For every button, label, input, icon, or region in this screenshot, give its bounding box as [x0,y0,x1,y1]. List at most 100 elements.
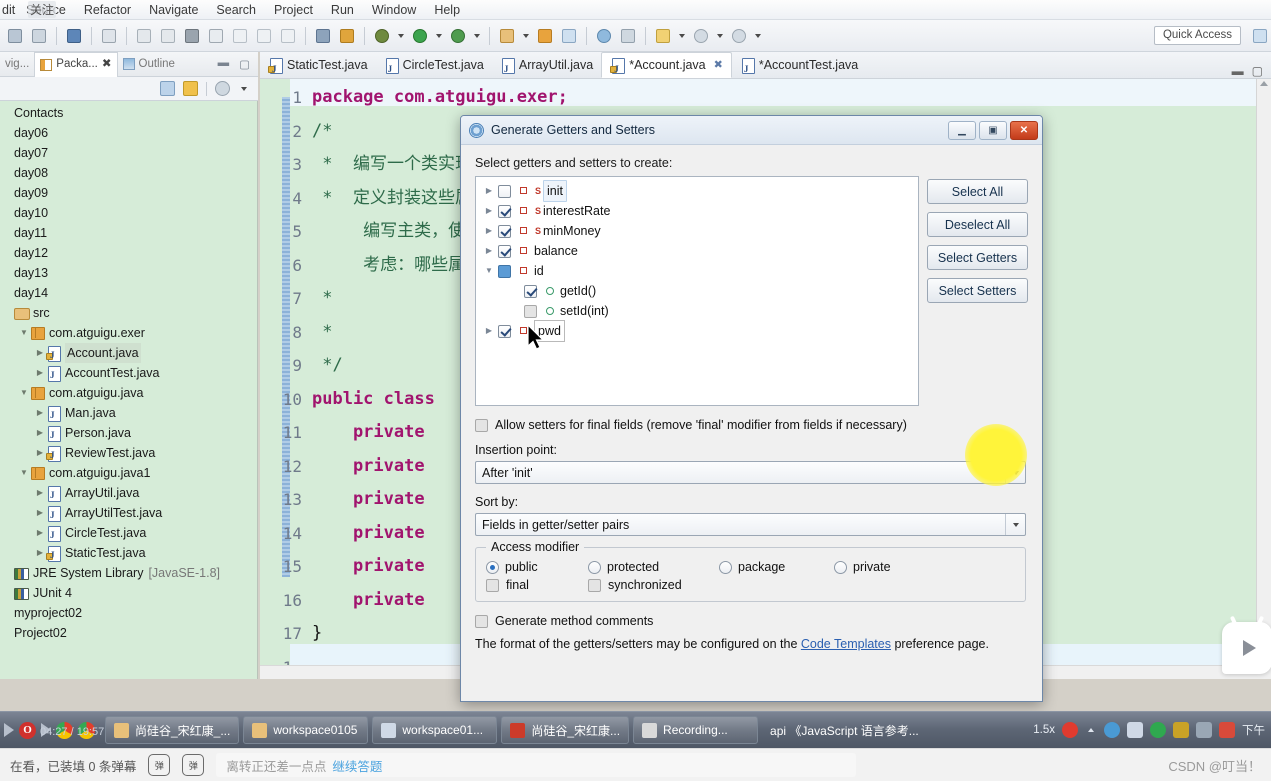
run-icon[interactable] [409,25,431,47]
generate-comments-checkbox[interactable] [475,614,488,628]
explorer-row[interactable]: ▶ ReviewTest.java [0,443,257,465]
gs-tree-row[interactable]: ▶ balance [476,241,918,261]
minimize-editor-icon[interactable]: ▬ [1232,64,1244,78]
search-declarations-icon[interactable] [593,25,615,47]
danmaku-input[interactable]: 离转正还差一点点 继续答题 [216,753,857,777]
view-menu-chevron-icon[interactable] [241,86,247,91]
editor-tab[interactable]: ArrayUtil.java [492,52,601,82]
tab-outline[interactable]: Outline [118,58,180,70]
explorer-row[interactable]: day14 [0,283,257,303]
explorer-row[interactable]: day07 [0,143,257,163]
last-edit-location-icon[interactable] [652,25,674,47]
gs-row-checkbox[interactable] [498,224,511,238]
menu-item-window[interactable]: Window [363,0,425,20]
generate-comments-row[interactable]: Generate method comments [475,614,1028,628]
debug-dropdown-icon[interactable] [398,33,404,38]
recorder-icon[interactable] [1219,722,1235,738]
new-package-icon[interactable] [534,25,556,47]
back-dropdown-icon[interactable] [679,33,685,38]
taskbar-item-api[interactable]: api 《JavaScript 语言参考... [762,716,987,744]
chevron-right-icon[interactable]: ▶ [480,221,498,241]
step-into-icon[interactable] [205,25,227,47]
shield-icon[interactable] [1150,722,1166,738]
run-dropdown-icon[interactable] [436,33,442,38]
explorer-row[interactable]: myproject02 [0,603,257,623]
taskbar-item[interactable]: workspace0105 [243,716,369,744]
new-class-icon[interactable] [558,25,580,47]
radio-package[interactable]: package [719,560,834,574]
play-icon[interactable] [1242,640,1256,656]
view-menu-icon[interactable] [215,81,230,96]
new-dropdown-icon[interactable] [523,33,529,38]
check-synchronized-icon[interactable] [588,578,601,592]
external-tools-dropdown-icon[interactable] [474,33,480,38]
chevron-right-icon[interactable]: ▶ [34,363,46,383]
editor-tab[interactable]: CircleTest.java [376,52,492,82]
minimize-view-icon[interactable]: ▬ [218,57,230,71]
explorer-row[interactable]: ▶ StaticTest.java [0,543,257,565]
chevron-right-icon[interactable]: ▶ [34,503,46,523]
collapse-all-icon[interactable] [160,81,175,96]
maximize-button[interactable]: ▣ [979,120,1007,140]
close-icon[interactable]: ✖ [714,53,723,78]
taskbar-item[interactable]: Recording... [633,716,759,744]
chevron-right-icon[interactable]: ▶ [34,543,46,563]
close-icon[interactable]: ✖ [102,53,112,76]
editor-tab[interactable]: StaticTest.java [260,52,376,82]
explorer-row[interactable]: Contacts [0,103,257,123]
gs-tree-row[interactable]: ▶ SminMoney [476,221,918,241]
getters-setters-tree[interactable]: ▶ Sinit ▶ SinterestRate ▶ SminMoney ▶ balance ▼ i… [475,176,919,406]
editor-tab[interactable]: *Account.java ✖ [601,52,732,82]
radio-public-icon[interactable] [486,560,499,574]
close-button[interactable]: ✕ [1010,120,1038,140]
insertion-point-select[interactable]: After 'init' [475,461,1026,484]
package-explorer-tree[interactable]: Contacts day06 day07 day08 day09 day10 day11 da… [0,101,258,679]
open-task-icon[interactable] [617,25,639,47]
terminate-icon[interactable] [181,25,203,47]
gs-tree-row[interactable]: ▶ SinterestRate [476,201,918,221]
chevron-right-icon[interactable]: ▶ [34,523,46,543]
allow-setters-checkbox[interactable] [475,418,488,432]
gs-row-checkbox[interactable] [498,264,511,278]
gs-row-checkbox[interactable] [498,184,511,198]
toggle-breakpoint-icon[interactable] [98,25,120,47]
gs-row-checkbox[interactable] [498,204,511,218]
explorer-row[interactable]: JRE System Library [JavaSE-1.8] [0,563,257,583]
explorer-row[interactable]: ▶ Person.java [0,423,257,445]
chevron-down-icon[interactable]: ▼ [18,383,30,403]
menu-item-refactor[interactable]: Refactor [75,0,140,20]
gs-tree-row[interactable]: ▼ id [476,261,918,281]
forward-dropdown-icon[interactable] [717,33,723,38]
select-setters-button[interactable]: Select Setters [927,278,1028,303]
explorer-row[interactable]: day13 [0,263,257,283]
explorer-row[interactable]: day08 [0,163,257,183]
cleanup-icon[interactable] [1196,722,1212,738]
open-perspective-icon[interactable] [1249,25,1271,47]
drop-to-frame-icon[interactable] [277,25,299,47]
save-icon[interactable] [4,25,26,47]
search-icon[interactable] [336,25,358,47]
chevron-down-icon[interactable]: ▼ [480,261,498,281]
radio-package-icon[interactable] [719,560,732,574]
new-window-icon[interactable] [63,25,85,47]
external-tools-icon[interactable] [447,25,469,47]
explorer-row[interactable]: JUnit 4 [0,583,257,603]
chevron-down-icon[interactable]: ▼ [18,463,30,483]
code-templates-link[interactable]: Code Templates [801,637,891,651]
menu-item-run[interactable]: Run [322,0,363,20]
radio-protected[interactable]: protected [588,560,719,574]
menu-item-project[interactable]: Project [265,0,322,20]
maximize-editor-icon[interactable]: ▢ [1252,64,1263,78]
explorer-row[interactable]: ▼ com.atguigu.java1 [0,463,257,483]
back-icon[interactable] [690,25,712,47]
continue-quiz-link[interactable]: 继续答题 [332,756,382,775]
taskbar-item[interactable]: 尚硅谷_宋红康... [501,716,630,744]
explorer-row[interactable]: day12 [0,243,257,263]
quick-access-input[interactable]: Quick Access [1153,26,1241,45]
chevron-right-icon[interactable]: ▶ [34,423,46,443]
chevron-right-icon[interactable]: ▶ [480,201,498,221]
radio-private[interactable]: private [834,560,891,574]
forward-icon[interactable] [728,25,750,47]
taskbar-item[interactable]: 尚硅谷_宋红康_... [105,716,240,744]
open-type-icon[interactable] [312,25,334,47]
